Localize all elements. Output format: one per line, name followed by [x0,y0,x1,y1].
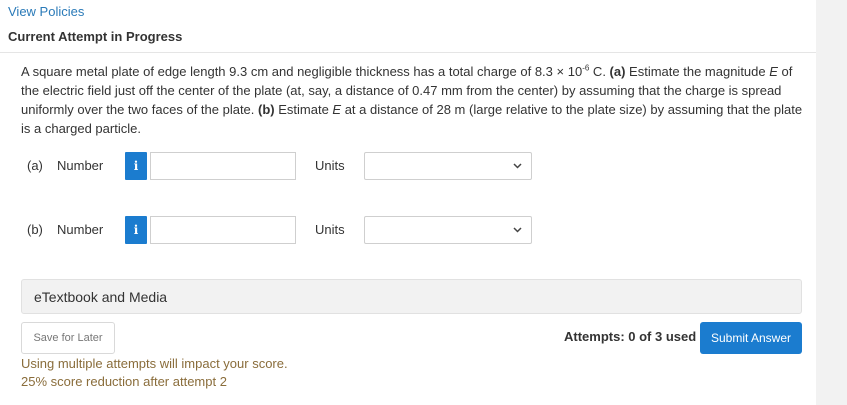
answer-b-units-select[interactable] [364,216,532,244]
question-text: A square metal plate of edge length 9.3 … [21,62,806,138]
answer-b-number-input[interactable] [150,216,296,244]
chevron-down-icon [513,163,522,169]
view-policies-link[interactable]: View Policies [8,4,84,19]
score-reduction-note: 25% score reduction after attempt 2 [21,374,227,389]
info-icon[interactable]: i [125,152,147,180]
chevron-down-icon [513,227,522,233]
answer-b-part-label: (b) [27,222,43,237]
answer-a-number-input[interactable] [150,152,296,180]
answer-a-units-select[interactable] [364,152,532,180]
question-panel: View Policies Current Attempt in Progres… [0,0,816,405]
answer-a-part-label: (a) [27,158,43,173]
answer-b-units-label: Units [315,222,345,237]
question-text-part: C. [589,64,610,79]
answer-b-number-label: Number [57,222,104,237]
attempts-warning: Using multiple attempts will impact your… [21,356,288,371]
question-text-part: Estimate the magnitude [625,64,770,79]
question-text-part: A square metal plate of edge length 9.3 … [21,64,583,79]
variable-e: E [769,64,778,79]
answer-a-units-label: Units [315,158,345,173]
submit-answer-button[interactable]: Submit Answer [700,322,802,354]
answer-a-number-label: Number [57,158,104,173]
etextbook-media-label: eTextbook and Media [34,289,168,305]
variable-e: E [332,102,342,117]
attempts-counter: Attempts: 0 of 3 used [564,329,697,344]
etextbook-media-section[interactable]: eTextbook and Media [21,279,802,314]
info-icon[interactable]: i [125,216,147,244]
save-for-later-button[interactable]: Save for Later [21,322,115,354]
header-divider [0,52,816,53]
attempt-status-heading: Current Attempt in Progress [8,29,183,44]
question-text-part: Estimate [274,102,333,117]
part-a-tag: (a) [609,64,626,79]
part-b-tag: (b) [258,102,275,117]
